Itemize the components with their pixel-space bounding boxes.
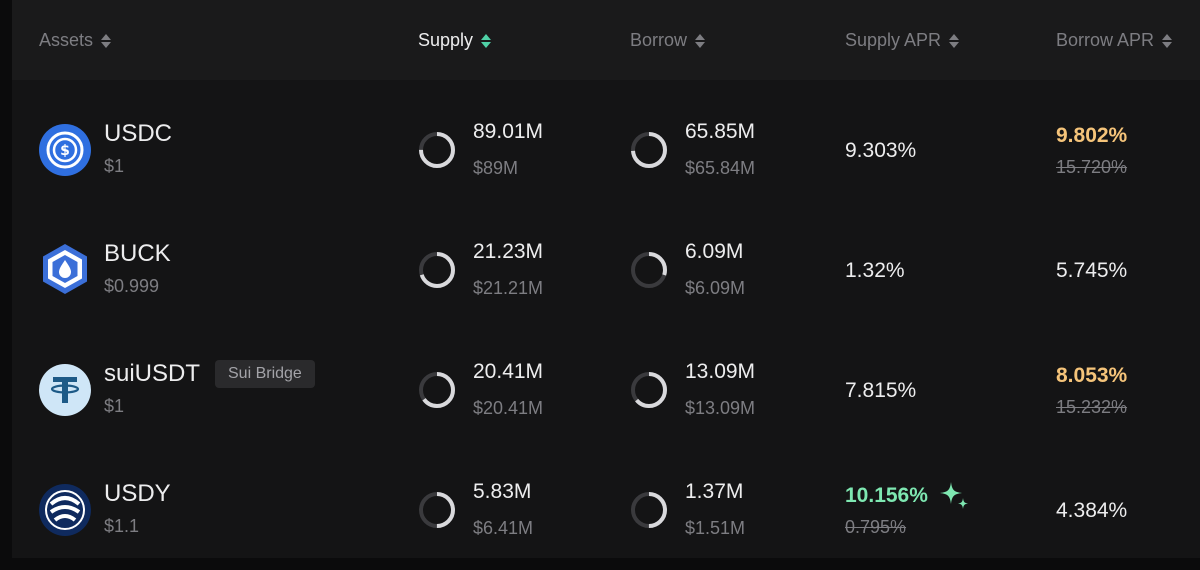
borrow-usd-value: $13.09M (685, 398, 756, 418)
asset-price: $1 (104, 156, 125, 176)
borrow-utilization-ring (631, 132, 667, 168)
asset-symbol: USDY (104, 480, 171, 507)
sort-icon (101, 33, 112, 49)
sort-icon (695, 33, 706, 49)
supply-amount: 89.01M (473, 120, 544, 143)
borrow-apr-boosted: 8.053% (1056, 364, 1128, 387)
sort-borrow-header[interactable]: Borrow (630, 30, 706, 51)
sort-assets-header[interactable]: Assets (39, 30, 112, 51)
sort-icon (949, 33, 960, 49)
assets-header-label: Assets (39, 30, 94, 50)
supply-usd-value: $20.41M (473, 398, 544, 418)
supply-apr: 9.303% (845, 139, 917, 162)
supply-usd-value: $21.21M (473, 278, 544, 298)
supply-utilization-ring (419, 252, 455, 288)
table-row-usdc[interactable]: $ USDC $1 89.01M $89M 65.85M $65.84M 9.3… (12, 90, 1200, 210)
borrow-apr-original: 15.232% (1056, 397, 1128, 417)
table-row-buck[interactable]: BUCK $0.999 21.23M $21.21M 6.09M $6.09M … (12, 210, 1200, 330)
usdc-icon: $ (39, 124, 91, 176)
asset-price: $1 (104, 396, 125, 416)
borrow-apr: 4.384% (1056, 499, 1128, 522)
usdy-icon (39, 484, 91, 536)
borrow-header-label: Borrow (630, 30, 688, 50)
tether-icon (39, 364, 91, 416)
supply-utilization-ring (419, 492, 455, 528)
supply-apr-header-label: Supply APR (845, 30, 942, 50)
svg-text:$: $ (60, 143, 70, 159)
borrow-usd-value: $6.09M (685, 278, 746, 298)
supply-utilization-ring (419, 132, 455, 168)
supply-amount: 21.23M (473, 240, 544, 263)
borrow-amount: 1.37M (685, 480, 744, 503)
borrow-utilization-ring (631, 372, 667, 408)
borrow-amount: 6.09M (685, 240, 744, 263)
borrow-apr: 5.745% (1056, 259, 1128, 282)
sort-supply-apr-header[interactable]: Supply APR (845, 30, 960, 51)
supply-apr-boosted: 10.156% (845, 484, 928, 507)
asset-price: $0.999 (104, 276, 160, 296)
supply-apr: 7.815% (845, 379, 917, 402)
asset-symbol: suiUSDT (104, 360, 201, 387)
supply-amount: 20.41M (473, 360, 544, 383)
borrow-utilization-ring (631, 492, 667, 528)
sparkle-icon (940, 482, 968, 509)
borrow-utilization-ring (631, 252, 667, 288)
borrow-apr-original: 15.720% (1056, 157, 1128, 177)
table-row-usdy[interactable]: USDY $1.1 5.83M $6.41M 1.37M $1.51M 10.1… (12, 450, 1200, 570)
asset-symbol: USDC (104, 120, 173, 147)
sort-borrow-apr-header[interactable]: Borrow APR (1056, 30, 1173, 51)
asset-price: $1.1 (104, 516, 140, 536)
asset-symbol: BUCK (104, 240, 171, 267)
borrow-usd-value: $65.84M (685, 158, 756, 178)
sort-icon (1162, 33, 1173, 49)
supply-apr-original: 0.795% (845, 517, 907, 537)
buck-icon (43, 244, 87, 294)
supply-amount: 5.83M (473, 480, 532, 503)
sort-supply-header[interactable]: Supply (418, 30, 492, 51)
supply-apr: 1.32% (845, 259, 905, 282)
table-row-suiusdt[interactable]: suiUSDT Sui Bridge $1 20.41M $20.41M 13.… (12, 330, 1200, 450)
borrow-amount: 13.09M (685, 360, 756, 383)
borrow-amount: 65.85M (685, 120, 756, 143)
assets-table: Assets Supply Borrow Supply APR Borrow A… (12, 0, 1200, 558)
sort-icon (481, 33, 492, 49)
borrow-apr-header-label: Borrow APR (1056, 30, 1155, 50)
supply-header-label: Supply (418, 30, 474, 50)
supply-utilization-ring (419, 372, 455, 408)
supply-usd-value: $89M (473, 158, 519, 178)
supply-usd-value: $6.41M (473, 518, 534, 538)
borrow-apr-boosted: 9.802% (1056, 124, 1128, 147)
table-header: Assets Supply Borrow Supply APR Borrow A… (12, 0, 1200, 80)
bridge-badge: Sui Bridge (215, 360, 315, 388)
borrow-usd-value: $1.51M (685, 518, 746, 538)
